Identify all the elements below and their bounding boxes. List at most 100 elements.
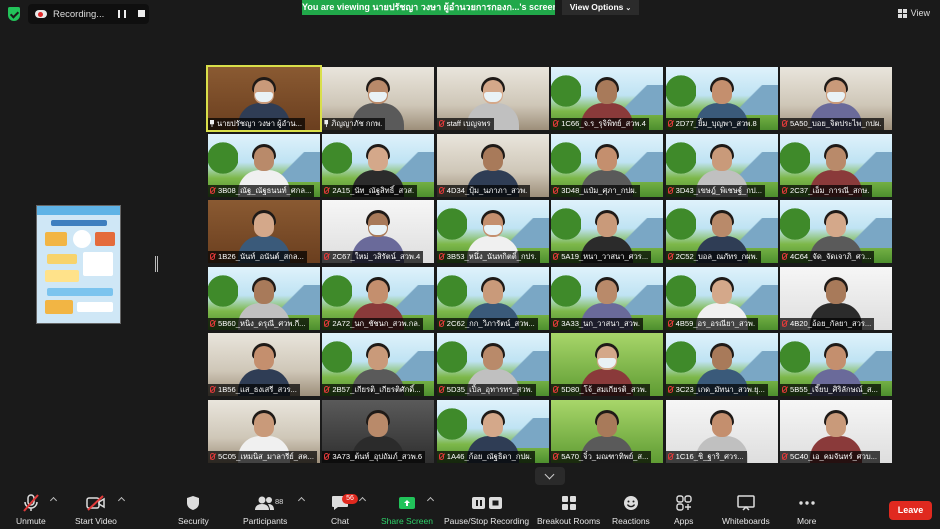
zoom-meeting-window: Recording... You are viewing นายปรัชญา ว… [0, 0, 940, 529]
participant-face [711, 213, 732, 238]
view-button[interactable]: View [897, 8, 930, 18]
participant-video-tile[interactable]: 3B53_หนึ่ง_นันทกิตติ์_กปร. [436, 200, 549, 264]
background-tree [436, 408, 467, 448]
apps-button[interactable]: Apps [674, 493, 693, 526]
participant-video-tile[interactable]: 2D77_ยิ้ม_บุญพา_สวพ.8 [665, 67, 778, 130]
participant-face [597, 413, 618, 437]
more-button[interactable]: More [797, 493, 816, 526]
view-options-label: View Options [569, 2, 624, 12]
participant-video-tile[interactable]: 3D48_แป๋ม_ศุภา_กปผ. [551, 133, 664, 197]
background-tree [551, 274, 582, 315]
shared-screen-thumbnail[interactable] [36, 205, 121, 324]
participant-face [711, 279, 732, 304]
participant-name-label: นายปรัชญา วงษา ผู้อำน... [208, 118, 305, 130]
chevron-up-icon[interactable] [358, 496, 367, 505]
mic-muted-icon [667, 120, 673, 127]
leave-button[interactable]: Leave [889, 501, 932, 520]
background-tree [436, 274, 467, 315]
chevron-up-icon[interactable] [117, 496, 126, 505]
participant-video-tile[interactable]: 3C23_เกด_มัทนา_สวพ.ยุ... [665, 333, 778, 397]
participant-video-tile[interactable]: 4D34_ปุ้ม_นภาภา_สวพ. [436, 133, 549, 197]
participant-name-label: 5C05_เหมนิส_มาลารีย์_สค... [208, 451, 318, 463]
participant-video-tile[interactable]: 2C67_ใหม่_วสิรัตน์_สวพ.4 [322, 200, 435, 264]
panel-resize-handle[interactable] [155, 256, 158, 272]
participant-name-label: 5C40_เอ_คมจันทร์_ศวบ... [780, 451, 881, 463]
mic-muted-icon [553, 386, 559, 394]
participant-name: 5C40_เอ_คมจันทร์_ศวบ... [790, 452, 878, 461]
participant-name-label: 4B20_อ้อย_กัลยา_สวร... [780, 317, 875, 330]
background-tree [322, 341, 353, 382]
participants-label: Participants [243, 516, 288, 526]
participant-video-tile[interactable]: 5B60_หนิง_ดรุณี_ศวพ.กี... [208, 266, 320, 330]
breakout-rooms-icon [561, 493, 577, 513]
participant-video-tile[interactable]: 2C62_กก_วิภารัตน์_สวพ... [436, 266, 549, 330]
participant-video-tile[interactable]: 4C64_จัด_จัดเจาภิ_ศว... [780, 200, 892, 264]
participant-name: 5D35_เปิ้ล_อุทารทร_สวพ. [446, 385, 533, 395]
participant-name-label: ภิญญาภัช กกพ. [322, 118, 386, 130]
participant-video-tile[interactable]: นายปรัชญา วงษา ผู้อำน... [206, 65, 322, 132]
chevron-up-icon[interactable] [49, 496, 58, 505]
participant-name-label: 5A70_จิ๋ว_มณฑาทิพย์_ส... [551, 451, 652, 463]
participant-video-tile[interactable]: 1B56_แส_ธงเสรี_สวร... [208, 333, 320, 397]
participant-video-tile[interactable]: ภิญญาภัช กกพ. [322, 67, 435, 130]
pause-icon[interactable] [118, 10, 126, 18]
participant-video-tile[interactable]: 2A15_นัท_ณัฐสิทธิ์_สวส. [322, 133, 435, 197]
pin-icon [210, 120, 214, 127]
participant-video-tile[interactable]: 4B59_อร_อรณียา_สวพ. [665, 266, 778, 330]
mic-muted-icon [782, 186, 787, 194]
participant-video-tile[interactable]: 4B20_อ้อย_กัลยา_สวร... [780, 266, 892, 330]
chevron-down-icon[interactable] [535, 467, 565, 485]
smiley-icon [623, 493, 639, 513]
participant-video-tile[interactable]: 5D80_โจ้_สมเกียรติ_สวพ. [551, 333, 664, 397]
share-screen-button[interactable]: Share Screen [381, 493, 433, 526]
participant-video-tile[interactable]: 3A33_นก_วาสนา_สวพ. [551, 266, 664, 330]
security-button[interactable]: Security [178, 493, 209, 526]
participant-video-tile[interactable]: 2C52_บอล_ณภัทร_กผพ. [665, 200, 778, 264]
unmute-label: Unmute [16, 516, 46, 526]
participant-video-tile[interactable]: 5A70_จิ๋ว_มณฑาทิพย์_ส... [551, 400, 664, 463]
participant-video-tile[interactable]: 1A46_ก้อย_ณัฐธิดา_กปผ. [436, 400, 549, 463]
participant-video-tile[interactable]: 3A73_ต้นท์_อุปถัมภ์_สวพ.6 [322, 400, 435, 463]
mic-muted-icon [553, 453, 559, 460]
participant-video-tile[interactable]: 3D43_เขษฎ์_พิเชษฐ์_กป... [665, 133, 778, 197]
start-video-button[interactable]: Start Video [75, 493, 117, 526]
participant-face [826, 279, 846, 304]
shield-check-icon[interactable] [8, 7, 20, 21]
mic-muted-icon [782, 319, 787, 327]
participant-video-tile[interactable]: 3B08_ณัฐ_ณัฐธนนท์_ศกล... [208, 133, 320, 197]
participant-video-tile[interactable]: 1C66_จ.ร_รุจิพิทย์_สวพ.4 [551, 67, 664, 130]
participant-name: 5B55_เจี๊ยบ_ศิริลักษณ์_ส... [790, 385, 878, 395]
shared-screen-block [77, 302, 113, 312]
whiteboards-button[interactable]: Whiteboards [722, 493, 770, 526]
participant-video-tile[interactable]: 5D35_เปิ้ล_อุทารทร_สวพ. [436, 333, 549, 397]
participant-video-tile[interactable]: 5A19_หนา_วาสนา_ศวร... [551, 200, 664, 264]
chevron-up-icon[interactable] [297, 496, 306, 505]
participant-video-tile[interactable]: 2A72_นก_ชัชนก_สวพ.กล. [322, 266, 435, 330]
participant-video-tile[interactable]: 5A50_บอย_จิตประไพ_กปผ. [780, 67, 892, 130]
participant-video-tile[interactable]: 2B57_เกียรติ_เกียรติศักดิ์... [322, 333, 435, 397]
participant-face [368, 346, 389, 371]
reactions-button[interactable]: Reactions [612, 493, 650, 526]
meeting-toolbar: Unmute Start Video Security Participants [0, 489, 940, 529]
participant-face [254, 213, 274, 238]
unmute-button[interactable]: Unmute [16, 493, 46, 526]
breakout-rooms-button[interactable]: Breakout Rooms [537, 493, 600, 526]
participant-video-tile[interactable]: 5C40_เอ_คมจันทร์_ศวบ... [780, 400, 892, 463]
stop-icon[interactable] [138, 10, 145, 17]
participant-face [368, 279, 389, 304]
participant-face [482, 346, 503, 371]
participant-video-tile[interactable]: 1C16_ชิ_ฐาริ_ศวร... [665, 400, 778, 463]
view-options-button[interactable]: View Options ⌄ [562, 0, 639, 15]
participant-name: 1B56_แส_ธงเสรี_สวร... [218, 385, 297, 395]
participant-video-tile[interactable]: 5C05_เหมนิส_มาลารีย์_สค... [208, 400, 320, 463]
participant-video-tile[interactable]: 5B55_เจี๊ยบ_ศิริลักษณ์_ส... [780, 333, 892, 397]
mic-muted-icon [782, 386, 787, 394]
participants-count: 88 [275, 497, 284, 506]
pause-stop-recording-button[interactable]: Pause/Stop Recording [444, 493, 529, 526]
participant-video-tile[interactable]: staff เบญจพร [436, 67, 549, 130]
participant-name: 5C05_เหมนิส_มาลารีย์_สค... [218, 452, 315, 461]
participant-name-label: 2C62_กก_วิภารัตน์_สวพ... [436, 317, 538, 330]
participant-video-tile[interactable]: 1B26_นันท์_อนันต์_สกล... [208, 200, 320, 264]
participant-video-tile[interactable]: 2C37_เอ็ม_การณี_สกษ. [780, 133, 892, 197]
video-off-icon [86, 493, 106, 513]
